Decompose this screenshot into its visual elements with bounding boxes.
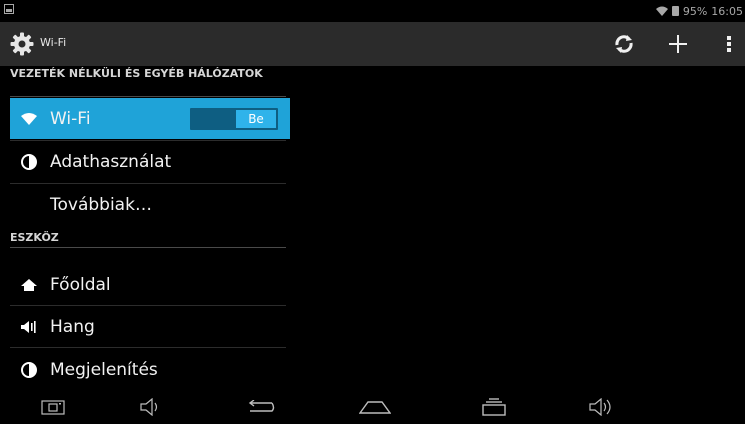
- home-button[interactable]: [359, 394, 391, 420]
- camera-icon: [41, 400, 65, 415]
- add-network-button[interactable]: [661, 28, 695, 60]
- volume-up-icon: [589, 398, 611, 416]
- settings-item-more[interactable]: Továbbiak…: [10, 184, 290, 225]
- wifi-signal-icon: [655, 6, 668, 16]
- wifi-toggle[interactable]: Be: [190, 108, 278, 130]
- page-title: Wi-Fi: [40, 36, 67, 49]
- clock: 16:05: [711, 4, 743, 18]
- battery-percent: 95%: [682, 4, 708, 18]
- settings-item-wifi[interactable]: Wi-Fi Be: [10, 98, 290, 139]
- screenshot-notification-icon: [4, 4, 14, 14]
- volume-down-button[interactable]: [135, 394, 167, 420]
- settings-gear-icon[interactable]: [10, 32, 34, 56]
- settings-item-label: Megjelenítés: [50, 359, 158, 380]
- plus-icon: [669, 35, 687, 53]
- settings-item-data-usage[interactable]: Adathasználat: [10, 141, 290, 182]
- section-header-wireless: VEZETÉK NÉLKÜLI ÉS EGYÉB HÁLÓZATOK: [10, 67, 263, 80]
- toggle-state: Be: [236, 110, 276, 128]
- settings-item-label: Adathasználat: [50, 151, 172, 172]
- recent-apps-button[interactable]: [478, 394, 510, 420]
- status-bar: 95% 16:05: [0, 0, 745, 22]
- data-usage-icon: [20, 153, 38, 171]
- volume-down-icon: [140, 398, 158, 416]
- overflow-menu-button[interactable]: [712, 28, 745, 60]
- brightness-icon: [20, 361, 38, 379]
- back-icon: [248, 400, 275, 412]
- navigation-bar: [0, 390, 745, 424]
- back-button[interactable]: [245, 394, 277, 420]
- sync-icon: [615, 35, 633, 53]
- settings-item-label: Wi-Fi: [50, 108, 91, 129]
- wifi-icon: [20, 110, 38, 128]
- settings-item-label: Hang: [50, 316, 95, 337]
- home-nav-icon: [359, 401, 391, 414]
- settings-item-display[interactable]: Megjelenítés: [10, 349, 290, 390]
- more-vert-icon: [727, 36, 731, 52]
- settings-item-label: Továbbiak…: [50, 194, 152, 215]
- settings-list: VEZETÉK NÉLKÜLI ÉS EGYÉB HÁLÓZATOK Wi-Fi…: [0, 66, 290, 390]
- screenshot-button[interactable]: [37, 394, 69, 420]
- home-icon: [20, 276, 38, 294]
- section-divider: [10, 96, 286, 97]
- section-header-device: ESZKÖZ: [10, 231, 59, 244]
- settings-item-home[interactable]: Főoldal: [10, 264, 290, 305]
- divider: [10, 347, 286, 348]
- volume-up-button[interactable]: [586, 394, 618, 420]
- wps-sync-button[interactable]: [607, 28, 641, 60]
- speaker-icon: [20, 318, 38, 336]
- settings-item-sound[interactable]: Hang: [10, 306, 290, 347]
- action-bar: Wi-Fi: [0, 22, 745, 66]
- battery-icon: [671, 6, 679, 16]
- recent-apps-icon: [482, 398, 506, 416]
- section-divider: [10, 247, 286, 248]
- settings-item-label: Főoldal: [50, 274, 111, 295]
